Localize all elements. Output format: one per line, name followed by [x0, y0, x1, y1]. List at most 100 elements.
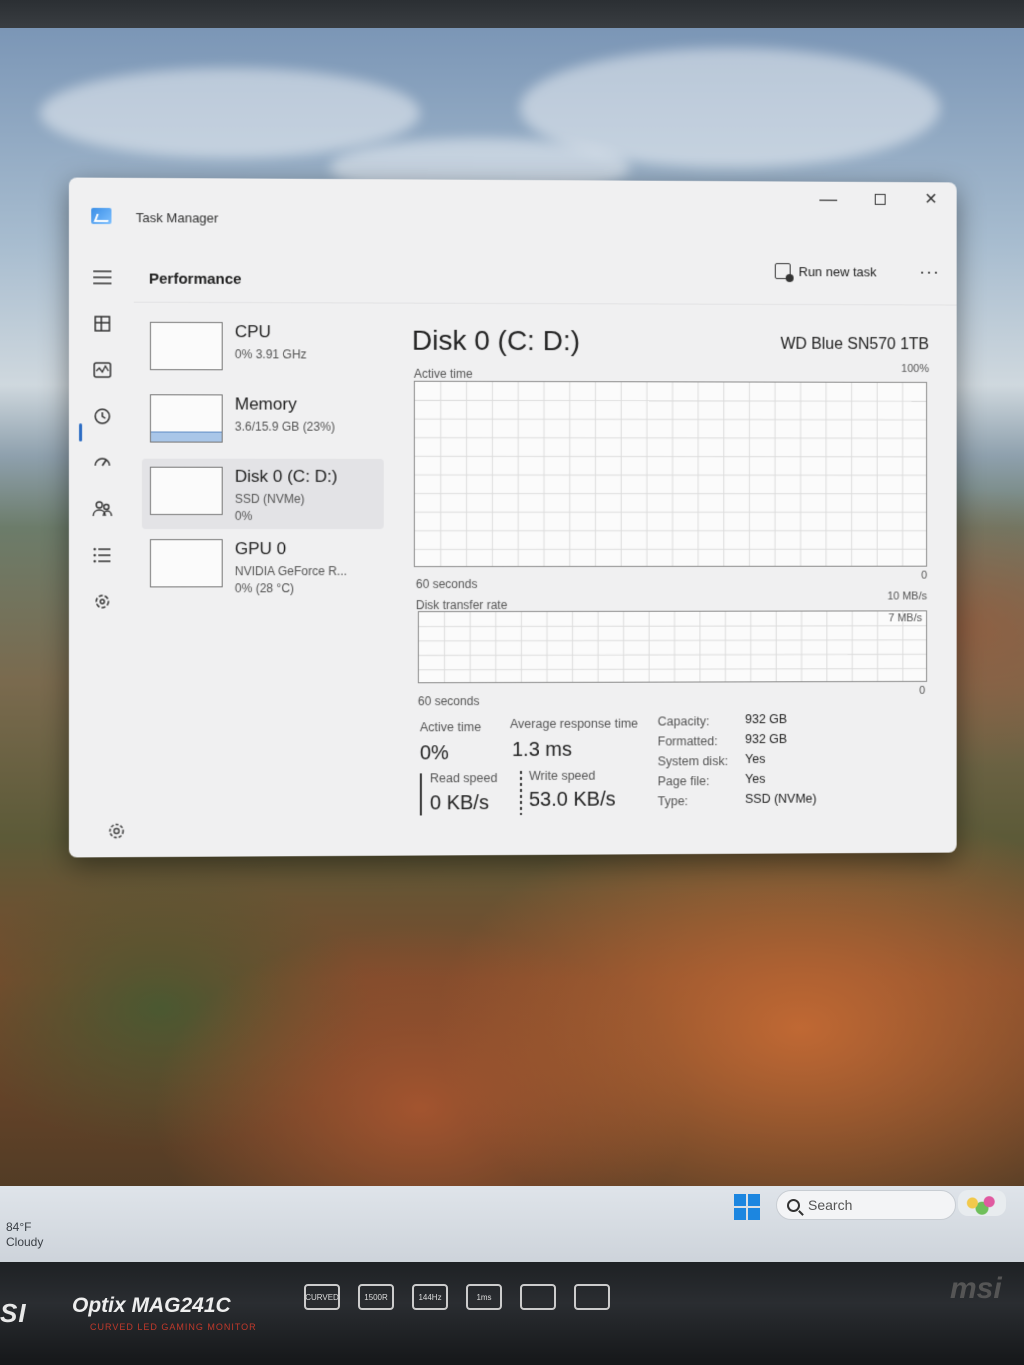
monitor-spec-badges: CURVED 1500R 144Hz 1ms	[304, 1284, 610, 1310]
device-item-disk0[interactable]: Disk 0 (C: D:) SSD (NVMe) 0%	[141, 458, 384, 530]
settings-icon	[107, 822, 125, 840]
settings-button[interactable]	[107, 822, 125, 845]
nav-services[interactable]	[89, 588, 115, 614]
transfer-rate-graph-label: Disk transfer rate	[415, 598, 508, 613]
monitor-model-subtitle: CURVED LED GAMING MONITOR	[90, 1322, 257, 1332]
property-label: Page file:	[657, 774, 710, 789]
device-item-gpu0[interactable]: GPU 0 NVIDIA GeForce R... 0% (28 °C)	[142, 531, 384, 601]
device-name: Memory	[234, 394, 297, 414]
maximize-icon	[874, 193, 886, 205]
device-name: Disk 0 (C: D:)	[234, 466, 338, 486]
cpu-thumbnail-graph	[149, 321, 223, 371]
transfer-rate-min-label: 0	[919, 684, 926, 697]
property-label: Formatted:	[657, 734, 718, 749]
minimize-button[interactable]: —	[803, 182, 854, 216]
window-title: Task Manager	[135, 210, 219, 226]
grid-line	[419, 626, 927, 627]
grid-line	[419, 669, 927, 670]
transfer-rate-graph: 7 MB/s	[417, 610, 928, 684]
active-time-graph	[413, 380, 928, 568]
hamburger-menu-button[interactable]	[89, 264, 115, 290]
performance-icon	[93, 361, 111, 379]
details-icon	[93, 547, 111, 563]
property-value: Yes	[745, 752, 766, 767]
grid-line	[415, 456, 927, 457]
active-time-min-label: 0	[921, 569, 928, 582]
property-label: Type:	[657, 794, 689, 809]
active-time-stat-label: Active time	[419, 720, 482, 735]
windows-logo-tile	[748, 1208, 760, 1220]
maximize-button[interactable]	[854, 182, 905, 216]
weather-widget[interactable]: 84°F Cloudy	[6, 1220, 43, 1250]
performance-device-list: CPU 0% 3.91 GHz Memory 3.6/15.9 GB (23%)…	[141, 314, 384, 604]
task-manager-app-icon	[91, 207, 112, 225]
spec-badge: CURVED	[304, 1284, 340, 1310]
navigation-rail	[69, 242, 134, 857]
write-speed-value: 53.0 KB/s	[528, 788, 616, 811]
transfer-rate-max-label: 10 MB/s	[887, 590, 928, 603]
active-time-max-label: 100%	[901, 362, 930, 375]
taskbar-search-box[interactable]: Search	[776, 1190, 956, 1220]
monitor-model: Optix MAG241C	[72, 1294, 231, 1317]
grid-line	[419, 640, 927, 641]
device-detail-line: 0%	[234, 508, 253, 524]
grid-line	[415, 400, 927, 401]
more-options-button[interactable]: ···	[919, 262, 940, 283]
device-detail-line: 0% (28 °C)	[234, 581, 295, 596]
gpu-thumbnail-graph	[149, 539, 223, 588]
startup-apps-icon	[93, 454, 111, 472]
disk-thumbnail-graph	[149, 466, 223, 515]
transfer-rate-duration-label: 60 seconds	[417, 694, 480, 709]
task-manager-window: Task Manager — ✕ Performance Run new tas…	[68, 177, 957, 858]
spec-badge	[520, 1284, 556, 1310]
property-label: Capacity:	[657, 714, 710, 729]
page-header: Performance Run new task ···	[133, 242, 957, 306]
spec-badge	[574, 1284, 610, 1310]
nav-users[interactable]	[89, 496, 115, 522]
run-new-task-button[interactable]: Run new task	[774, 263, 877, 280]
close-button[interactable]: ✕	[905, 182, 956, 216]
nav-app-history[interactable]	[89, 403, 115, 429]
device-item-cpu[interactable]: CPU 0% 3.91 GHz	[142, 314, 384, 385]
property-value: 932 GB	[745, 712, 788, 727]
window-controls: — ✕	[803, 182, 957, 217]
active-time-graph-label: Active time	[413, 366, 473, 381]
monitor-brand: SI	[0, 1298, 27, 1328]
windows-logo-tile	[734, 1194, 746, 1206]
nav-performance[interactable]	[89, 357, 115, 383]
app-history-icon	[93, 407, 111, 425]
search-icon	[787, 1198, 800, 1212]
property-value: Yes	[745, 771, 766, 786]
weather-temperature: 84°F	[6, 1220, 32, 1234]
nav-details[interactable]	[89, 542, 115, 568]
processes-icon	[93, 315, 111, 333]
run-new-task-icon	[774, 263, 791, 280]
read-speed-label: Read speed	[429, 771, 498, 786]
device-item-memory[interactable]: Memory 3.6/15.9 GB (23%)	[142, 386, 384, 457]
device-detail: SSD (NVMe) 0%	[235, 491, 305, 525]
avg-response-stat-value: 1.3 ms	[512, 738, 572, 762]
grid-line	[415, 419, 927, 420]
run-new-task-label: Run new task	[798, 263, 877, 279]
widgets-flower-icon[interactable]	[958, 1190, 1006, 1216]
avg-response-stat-label: Average response time	[510, 716, 639, 732]
active-time-grid	[415, 381, 927, 568]
disk-detail-panel: Disk 0 (C: D:) WD Blue SN570 1TB Active …	[412, 315, 929, 836]
write-speed-label: Write speed	[528, 768, 596, 783]
device-detail-line: NVIDIA GeForce R...	[234, 564, 347, 579]
page-title: Performance	[148, 270, 242, 288]
monitor-top-bezel	[0, 0, 1024, 30]
device-name: GPU 0	[234, 539, 287, 559]
taskbar-search-label: Search	[808, 1197, 853, 1213]
device-name: CPU	[234, 322, 272, 342]
nav-processes[interactable]	[89, 311, 115, 337]
start-button[interactable]	[734, 1194, 760, 1220]
nav-active-indicator	[79, 423, 83, 442]
active-time-duration-label: 60 seconds	[415, 577, 478, 592]
nav-startup-apps[interactable]	[89, 450, 115, 476]
device-detail: NVIDIA GeForce R... 0% (28 °C)	[235, 563, 347, 597]
services-icon	[93, 592, 111, 610]
read-speed-divider	[419, 773, 422, 816]
weather-description: Cloudy	[6, 1235, 44, 1249]
active-time-stat-value: 0%	[419, 742, 449, 765]
